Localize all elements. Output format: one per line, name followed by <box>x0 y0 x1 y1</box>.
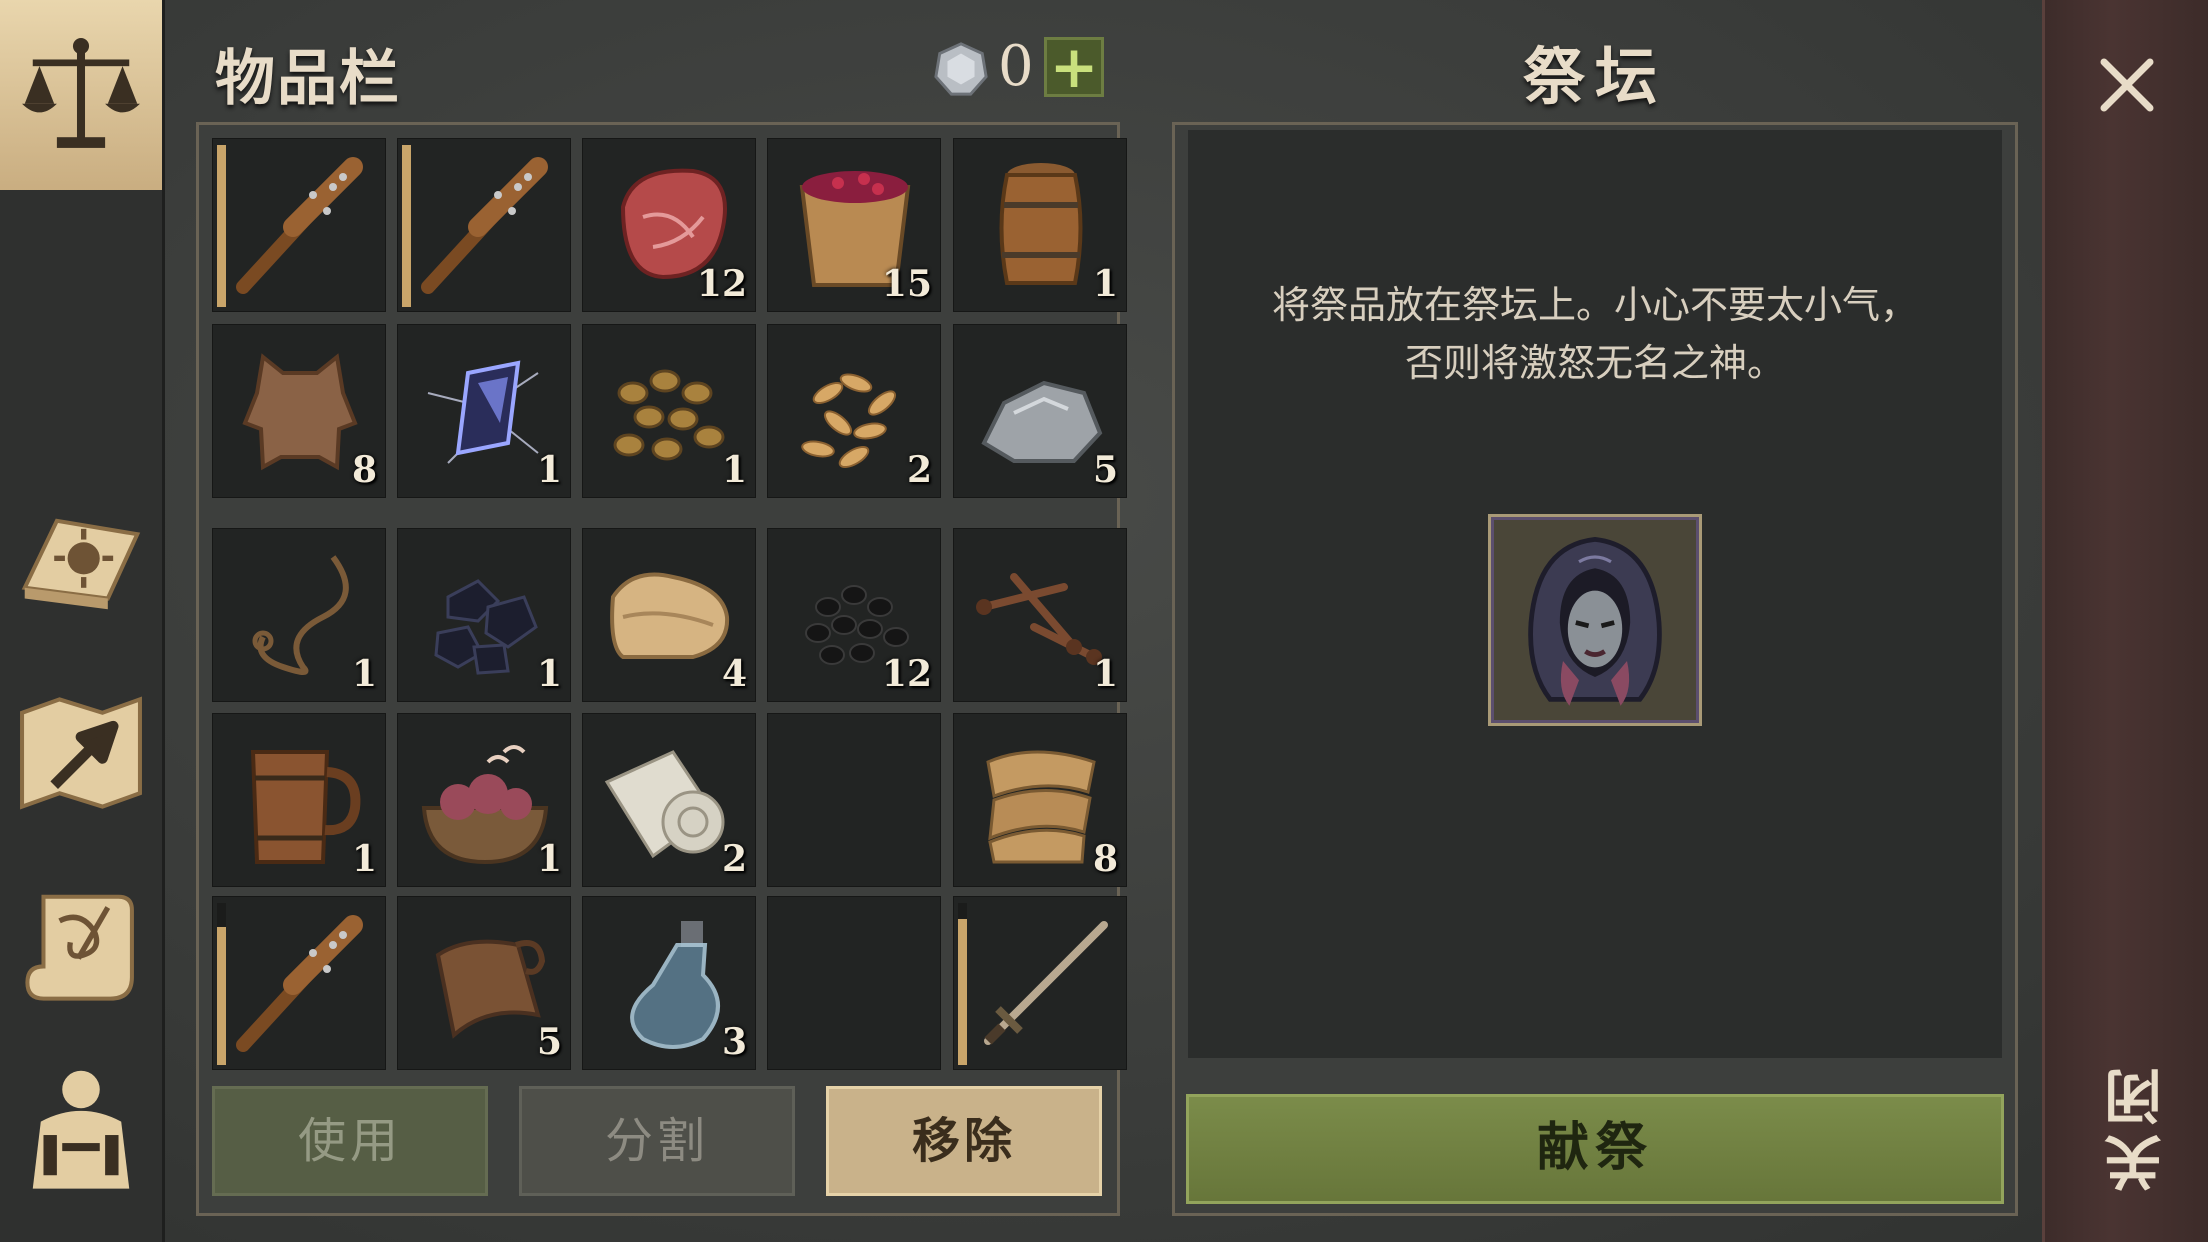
inventory-slot[interactable]: 2 <box>767 324 941 498</box>
item-quantity: 1 <box>536 449 562 491</box>
scales-icon <box>14 30 148 164</box>
inventory-slot[interactable]: 5 <box>953 324 1127 498</box>
item-quantity: 1 <box>721 449 747 491</box>
item-quantity: 15 <box>881 263 932 305</box>
item-quantity: 1 <box>536 838 562 880</box>
inventory-slot[interactable]: 8 <box>953 713 1127 887</box>
item-quantity: 12 <box>696 263 747 305</box>
inventory-slot[interactable] <box>212 896 386 1070</box>
item-quantity: 3 <box>721 1021 747 1063</box>
add-currency-button[interactable]: + <box>1044 37 1104 97</box>
item-quantity: 8 <box>1092 838 1118 880</box>
inventory-slot[interactable]: 1 <box>397 324 571 498</box>
item-quantity: 2 <box>721 838 747 880</box>
item-quantity: 5 <box>536 1021 562 1063</box>
close-label[interactable]: 关闭 <box>2096 1060 2180 1192</box>
inventory-slot[interactable]: 15 <box>767 138 941 312</box>
inventory-slot[interactable]: 12 <box>582 138 756 312</box>
inventory-slot[interactable]: 1 <box>953 138 1127 312</box>
inventory-slot[interactable]: 1 <box>212 528 386 702</box>
remove-button[interactable]: 移除 <box>826 1086 1102 1196</box>
offering-slot[interactable] <box>1488 514 1702 726</box>
inventory-slot[interactable] <box>767 896 941 1070</box>
sun-book-icon[interactable] <box>14 494 148 628</box>
inventory-slot[interactable]: 3 <box>582 896 756 1070</box>
sacrifice-button[interactable]: 献祭 <box>1186 1094 2004 1204</box>
altar-title: 祭坛 <box>1522 40 1667 113</box>
currency-count: 0 <box>998 34 1034 99</box>
inventory-slot[interactable] <box>767 713 941 887</box>
map-arrow-icon[interactable] <box>14 686 148 820</box>
quest-scroll-icon[interactable] <box>14 878 148 1012</box>
character-icon[interactable] <box>14 1060 148 1194</box>
inventory-slot[interactable]: 5 <box>397 896 571 1070</box>
inventory-slot[interactable]: 4 <box>582 528 756 702</box>
inventory-slot[interactable] <box>953 896 1127 1070</box>
item-quantity: 2 <box>906 449 932 491</box>
inventory-slot[interactable]: 2 <box>582 713 756 887</box>
item-quantity: 1 <box>351 653 377 695</box>
use-button[interactable]: 使用 <box>212 1086 488 1196</box>
inventory-slot[interactable]: 1 <box>397 528 571 702</box>
item-quantity: 12 <box>881 653 932 695</box>
inventory-slot[interactable]: 1 <box>582 324 756 498</box>
hooded-figure-icon <box>1528 536 1662 706</box>
altar-description-line1: 将祭品放在祭坛上。小心不要太小气， <box>1271 283 1918 327</box>
altar-description: 将祭品放在祭坛上。小心不要太小气， 否则将激怒无名之神。 <box>1188 276 2002 392</box>
sidebar-tab-trade[interactable] <box>0 0 165 192</box>
item-quantity: 4 <box>721 653 747 695</box>
sidebar <box>0 190 165 1242</box>
inventory-slot[interactable]: 1 <box>953 528 1127 702</box>
item-quantity: 8 <box>351 449 377 491</box>
gem-currency-icon <box>932 40 990 98</box>
split-button[interactable]: 分割 <box>519 1086 795 1196</box>
item-quantity: 5 <box>1092 449 1118 491</box>
item-quantity: 1 <box>351 838 377 880</box>
close-bar[interactable] <box>2042 0 2208 1242</box>
altar-description-line2: 否则将激怒无名之神。 <box>1404 341 1785 385</box>
inventory-slot[interactable] <box>212 138 386 312</box>
inventory-slot[interactable]: 1 <box>397 713 571 887</box>
item-quantity: 1 <box>1092 653 1118 695</box>
close-icon[interactable] <box>2092 50 2162 120</box>
item-quantity: 1 <box>1092 263 1118 305</box>
inventory-slot[interactable] <box>397 138 571 312</box>
inventory-slot[interactable]: 12 <box>767 528 941 702</box>
inventory-slot[interactable]: 8 <box>212 324 386 498</box>
item-quantity: 1 <box>536 653 562 695</box>
inventory-title: 物品栏 <box>215 44 401 114</box>
inventory-slot[interactable]: 1 <box>212 713 386 887</box>
